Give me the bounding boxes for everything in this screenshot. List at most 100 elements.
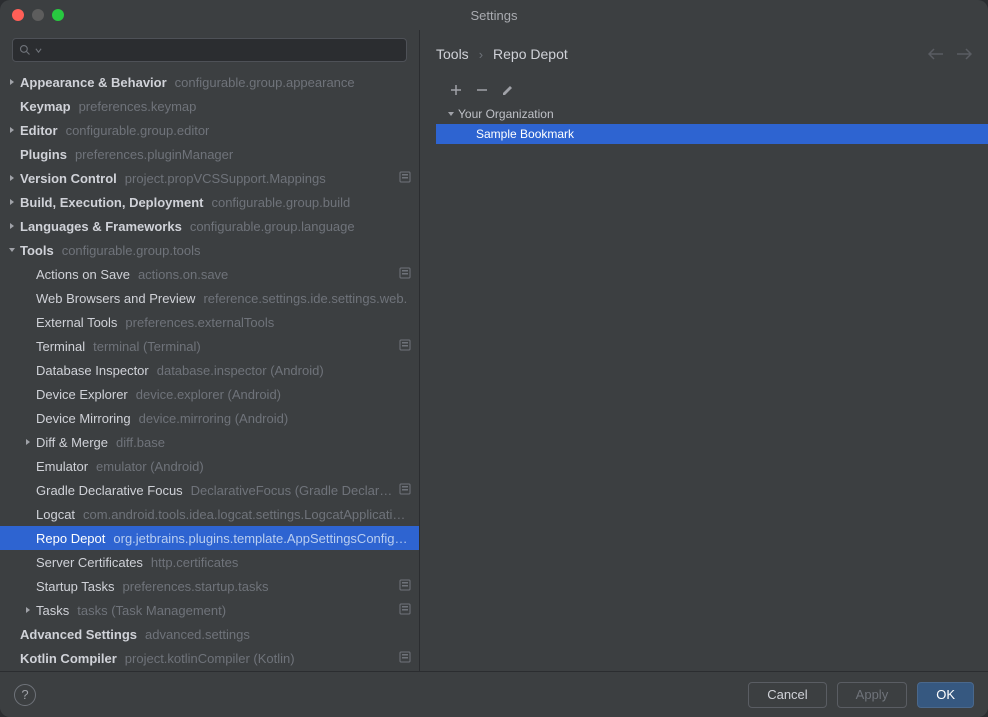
sidebar-item[interactable]: Keymap preferences.keymap [0, 94, 419, 118]
window-minimize-button[interactable] [32, 9, 44, 21]
sidebar-item[interactable]: Kotlin Compiler project.kotlinCompiler (K… [0, 646, 419, 670]
bookmark-item-row[interactable]: Sample Bookmark [436, 124, 988, 144]
chevron-right-icon [20, 606, 36, 614]
sidebar-item[interactable]: Advanced Settingsadvanced.settings [0, 622, 419, 646]
sidebar-item-label: Device Mirroring [36, 411, 131, 426]
window-close-button[interactable] [12, 9, 24, 21]
search-input-container[interactable] [12, 38, 407, 62]
sidebar-item[interactable]: Device Explorer device.explorer (Android) [0, 382, 419, 406]
window-title: Settings [471, 8, 518, 23]
sidebar-item-label: Web Browsers and Preview [36, 291, 195, 306]
chevron-right-icon [4, 198, 20, 206]
search-input[interactable] [46, 43, 400, 57]
chevron-right-icon: › [479, 47, 483, 62]
sidebar-item[interactable]: Gradle Declarative FocusDeclarativeFocus… [0, 478, 419, 502]
sidebar-item[interactable]: Startup Taskspreferences.startup.tasks [0, 574, 419, 598]
settings-sidebar: Appearance & Behavior configurable.group.… [0, 30, 420, 671]
edit-button[interactable] [502, 84, 514, 96]
sidebar-item-label: Keymap [20, 99, 71, 114]
sidebar-item[interactable]: Actions on Saveactions.on.save [0, 262, 419, 286]
project-badge-icon [399, 579, 411, 594]
chevron-right-icon [20, 438, 36, 446]
sidebar-item-label: External Tools [36, 315, 117, 330]
sidebar-item-label: Diff & Merge [36, 435, 108, 450]
sidebar-item-hint: com.android.tools.idea.logcat.settings.L… [83, 507, 411, 522]
sidebar-item[interactable]: Repo Depotorg.jetbrains.plugins.template… [0, 526, 419, 550]
sidebar-item[interactable]: Pluginspreferences.pluginManager [0, 142, 419, 166]
chevron-right-icon [4, 222, 20, 230]
add-button[interactable] [450, 84, 462, 96]
sidebar-item-label: Server Certificates [36, 555, 143, 570]
sidebar-item-hint: device.mirroring (Android) [139, 411, 289, 426]
sidebar-item-hint: tasks (Task Management) [77, 603, 226, 618]
chevron-right-icon [4, 78, 20, 86]
breadcrumb-root[interactable]: Tools [436, 46, 469, 62]
sidebar-item[interactable]: External Tools preferences.externalTools [0, 310, 419, 334]
sidebar-item-hint: project.kotlinCompiler (Kotlin) [125, 651, 295, 666]
sidebar-item-label: Repo Depot [36, 531, 105, 546]
sidebar-item-hint: configurable.group.build [211, 195, 350, 210]
sidebar-item[interactable]: Build, Execution, Deployment configurable… [0, 190, 419, 214]
sidebar-item[interactable]: Diff & Mergediff.base [0, 430, 419, 454]
bookmark-group-label: Your Organization [458, 107, 554, 121]
sidebar-item-hint: configurable.group.language [190, 219, 355, 234]
sidebar-item-hint: configurable.group.appearance [175, 75, 355, 90]
cancel-button[interactable]: Cancel [748, 682, 826, 708]
project-badge-icon [399, 267, 411, 282]
sidebar-item-label: Build, Execution, Deployment [20, 195, 203, 210]
ok-button[interactable]: OK [917, 682, 974, 708]
titlebar: Settings [0, 0, 988, 30]
project-badge-icon [399, 651, 411, 666]
sidebar-item-label: Device Explorer [36, 387, 128, 402]
sidebar-item[interactable]: Device Mirroring device.mirroring (Androi… [0, 406, 419, 430]
sidebar-item[interactable]: Languages & Frameworks configurable.group… [0, 214, 419, 238]
sidebar-item[interactable]: Logcatcom.android.tools.idea.logcat.sett… [0, 502, 419, 526]
sidebar-item-hint: terminal (Terminal) [93, 339, 201, 354]
sidebar-item[interactable]: Appearance & Behavior configurable.group.… [0, 70, 419, 94]
dropdown-caret-icon [35, 47, 42, 54]
sidebar-item[interactable]: Terminal terminal (Terminal) [0, 334, 419, 358]
sidebar-item-label: Appearance & Behavior [20, 75, 167, 90]
window-maximize-button[interactable] [52, 9, 64, 21]
sidebar-item[interactable]: Web Browsers and Previewreference.settin… [0, 286, 419, 310]
sidebar-item-hint: preferences.keymap [79, 99, 197, 114]
sidebar-item-hint: http.certificates [151, 555, 238, 570]
sidebar-item[interactable]: Emulatoremulator (Android) [0, 454, 419, 478]
sidebar-item-label: Languages & Frameworks [20, 219, 182, 234]
chevron-down-icon [447, 110, 455, 118]
dialog-footer: ? Cancel Apply OK [0, 671, 988, 717]
project-badge-icon [399, 171, 411, 186]
help-button[interactable]: ? [14, 684, 36, 706]
sidebar-item-hint: device.explorer (Android) [136, 387, 281, 402]
bookmark-group-row[interactable]: Your Organization [436, 104, 988, 124]
sidebar-item[interactable]: Taskstasks (Task Management) [0, 598, 419, 622]
sidebar-item-label: Plugins [20, 147, 67, 162]
sidebar-item-hint: advanced.settings [145, 627, 250, 642]
minus-icon [476, 84, 488, 96]
sidebar-item-label: Kotlin Compiler [20, 651, 117, 666]
nav-back-icon[interactable] [928, 48, 944, 60]
plus-icon [450, 84, 462, 96]
bookmark-item-label: Sample Bookmark [476, 127, 574, 141]
nav-forward-icon[interactable] [956, 48, 972, 60]
sidebar-item[interactable]: Tools configurable.group.tools [0, 238, 419, 262]
detail-toolbar [436, 78, 988, 104]
bookmarks-tree[interactable]: Your Organization Sample Bookmark [436, 104, 988, 655]
sidebar-item[interactable]: Server Certificates http.certificates [0, 550, 419, 574]
sidebar-item-label: Terminal [36, 339, 85, 354]
sidebar-item-label: Editor [20, 123, 58, 138]
remove-button[interactable] [476, 84, 488, 96]
sidebar-item-hint: preferences.externalTools [125, 315, 274, 330]
chevron-down-icon [4, 246, 20, 254]
sidebar-item-hint: actions.on.save [138, 267, 228, 282]
sidebar-item-hint: configurable.group.tools [62, 243, 201, 258]
search-icon [19, 44, 31, 56]
sidebar-item[interactable]: Editorconfigurable.group.editor [0, 118, 419, 142]
sidebar-item-label: Database Inspector [36, 363, 149, 378]
sidebar-item-label: Tools [20, 243, 54, 258]
sidebar-item[interactable]: Version Controlproject.propVCSSupport.Ma… [0, 166, 419, 190]
settings-tree[interactable]: Appearance & Behavior configurable.group.… [0, 70, 419, 671]
chevron-right-icon [4, 174, 20, 182]
sidebar-item[interactable]: Database Inspectordatabase.inspector (An… [0, 358, 419, 382]
pencil-icon [502, 84, 514, 96]
